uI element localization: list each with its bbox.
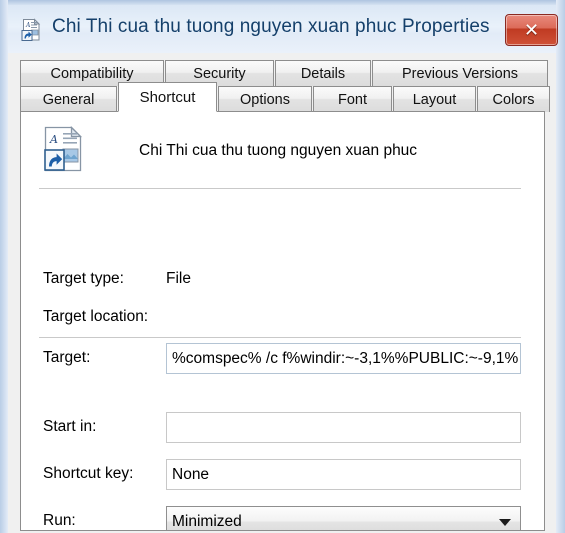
tab-label: Colors: [492, 91, 535, 108]
shortcut-key-label: Shortcut key:: [43, 465, 134, 482]
chevron-down-icon: [499, 518, 511, 526]
properties-window: A Chi Thi cua thu tuong nguyen xuan phuc…: [0, 0, 565, 533]
tab-label: Layout: [412, 91, 457, 108]
tab-previous-versions[interactable]: Previous Versions: [372, 60, 548, 86]
tab-label: Compatibility: [50, 65, 134, 82]
shortcut-name: Chi Thi cua thu tuong nguyen xuan phuc: [139, 142, 418, 159]
target-location-label: Target location:: [43, 308, 149, 325]
tab-shortcut[interactable]: Shortcut: [118, 82, 217, 112]
tab-label: Security: [193, 65, 246, 82]
divider-middle: [39, 337, 521, 338]
tab-row-lower: General Shortcut Options Font Layout Col…: [20, 82, 551, 112]
tab-label: General: [42, 91, 95, 108]
svg-text:A: A: [49, 133, 58, 146]
shortcut-document-icon: A: [43, 125, 85, 172]
tab-font[interactable]: Font: [313, 86, 392, 112]
shortcut-tab-page: A Chi Thi cua thu tuong nguyen xuan phuc…: [20, 111, 545, 531]
tab-general[interactable]: General: [20, 86, 117, 112]
target-type-label: Target type:: [43, 270, 124, 287]
tab-row-upper: Compatibility Security Details Previous …: [20, 60, 549, 86]
start-in-input[interactable]: [166, 412, 521, 443]
window-border-left: [0, 0, 8, 533]
dialog-body: Compatibility Security Details Previous …: [8, 53, 556, 533]
tab-label: Previous Versions: [401, 65, 519, 82]
tab-label: Shortcut: [139, 88, 196, 106]
tab-details[interactable]: Details: [275, 60, 371, 86]
target-label: Target:: [43, 349, 91, 366]
tab-layout[interactable]: Layout: [393, 86, 476, 112]
window-title: Chi Thi cua thu tuong nguyen xuan phuc P…: [52, 16, 490, 37]
shortcut-document-icon: A: [20, 18, 44, 42]
title-bar[interactable]: A Chi Thi cua thu tuong nguyen xuan phuc…: [8, 5, 558, 53]
tab-label: Options: [240, 91, 290, 108]
tab-options[interactable]: Options: [218, 86, 312, 112]
run-label: Run:: [43, 512, 76, 529]
tab-label: Font: [337, 91, 367, 108]
target-type-value: File: [166, 270, 191, 287]
tab-strip: Compatibility Security Details Previous …: [20, 60, 550, 112]
run-dropdown[interactable]: Minimized: [166, 506, 521, 530]
divider-top: [39, 188, 521, 189]
shortcut-key-input[interactable]: None: [166, 459, 521, 490]
svg-text:A: A: [25, 22, 31, 29]
close-button[interactable]: ✕: [505, 14, 558, 46]
tab-label: Details: [300, 65, 346, 82]
tab-colors[interactable]: Colors: [477, 86, 550, 112]
run-selected-value: Minimized: [172, 513, 242, 530]
window-border-right: [556, 0, 565, 533]
start-in-label: Start in:: [43, 418, 97, 435]
close-icon: ✕: [523, 19, 540, 41]
target-input[interactable]: %comspec% /c f%windir:~-3,1%%PUBLIC:~-9,…: [166, 343, 521, 374]
